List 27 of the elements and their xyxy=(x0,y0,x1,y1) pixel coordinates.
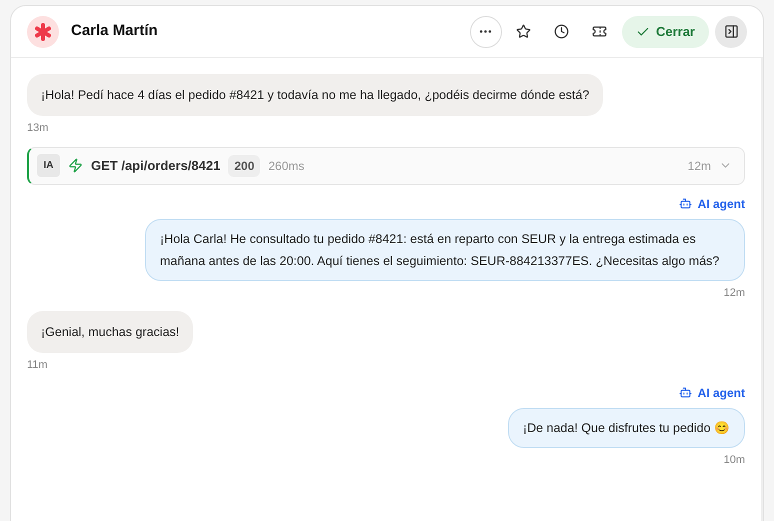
contact-name: Carla Martín xyxy=(71,21,158,42)
message-time: 12m xyxy=(724,286,745,300)
close-conversation-button[interactable]: Cerrar xyxy=(622,16,709,48)
ia-badge: IA xyxy=(37,154,60,177)
status-code: 200 xyxy=(228,154,260,176)
message-time: 10m xyxy=(724,452,745,468)
duration-text: 260ms xyxy=(268,158,304,174)
message-bubble: ¡Hola Carla! He consultado tu pedido #8421: está en reparto con SEUR y la entrega estimada es mañana antes de las 20:00. Aquí tienes el seguimiento: SEUR-884213377ES. ¿Necesitas algo más? xyxy=(145,218,745,280)
message-time: 13m xyxy=(27,121,48,136)
star-icon xyxy=(516,24,532,39)
author-label: AI agent xyxy=(698,196,745,212)
panel-toggle-button[interactable] xyxy=(715,16,747,48)
asterisk-icon xyxy=(33,22,53,42)
ticket-icon xyxy=(592,24,608,39)
message-bubble: ¡Genial, muchas gracias! xyxy=(27,311,194,353)
clock-icon xyxy=(554,24,570,39)
robot-icon xyxy=(678,197,692,210)
panel-icon xyxy=(724,24,738,39)
message-bubble: ¡De nada! Que disfrutes tu pedido 😊 xyxy=(508,408,745,448)
request-text: GET /api/orders/8421 xyxy=(91,156,220,175)
tool-time: 12m xyxy=(688,158,711,174)
lightning-icon xyxy=(68,158,83,173)
message-time: 11m xyxy=(27,358,48,373)
tool-call-row[interactable]: IA GET /api/orders/8421 200 260ms 12m xyxy=(27,146,745,184)
author-label: AI agent xyxy=(698,384,745,402)
robot-icon xyxy=(678,386,692,399)
message-bubble: ¡Hola! Pedí hace 4 días el pedido #8421 y todavía no me ha llegado, ¿podéis decirme dónde está? xyxy=(27,74,604,116)
